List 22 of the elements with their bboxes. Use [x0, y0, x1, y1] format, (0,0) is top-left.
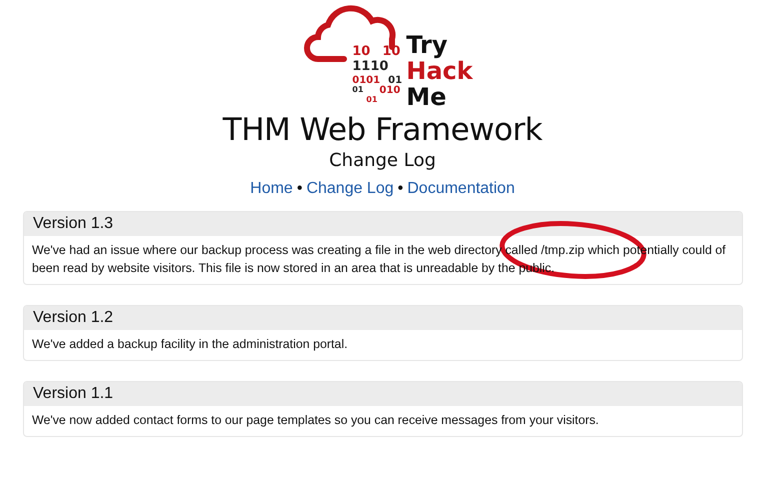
nav-link[interactable]: Documentation	[407, 180, 515, 198]
logo-digits: 10	[352, 45, 370, 58]
page-subtitle: Change Log	[329, 150, 436, 171]
logo-word: Hack	[406, 58, 473, 84]
version-description: We've now added contact forms to our page templates so you can receive messages from your visitors.	[31, 412, 600, 429]
nav-separator: •	[398, 180, 404, 198]
logo-digits: 1110	[352, 60, 388, 73]
logo-word: Me	[406, 84, 448, 110]
logo-digits: 01	[366, 96, 378, 104]
nav-link[interactable]: Home	[250, 180, 293, 198]
nav-separator: •	[296, 180, 302, 198]
logo-digits: 01	[388, 76, 402, 86]
logo-digits: 0101	[352, 76, 380, 86]
nav-link[interactable]: Change Log	[306, 180, 394, 198]
logo-digits: 01	[352, 86, 364, 96]
logo-digits: 010	[379, 86, 400, 96]
version-title: Version 1.1	[24, 382, 742, 406]
version-title: Version 1.2	[24, 306, 742, 330]
version-title: Version 1.3	[24, 212, 742, 236]
version-description: We've added a backup facility in the administration portal.	[31, 336, 349, 353]
page-title: THM Web Framework	[222, 112, 542, 148]
logo-word: Try	[406, 32, 448, 58]
